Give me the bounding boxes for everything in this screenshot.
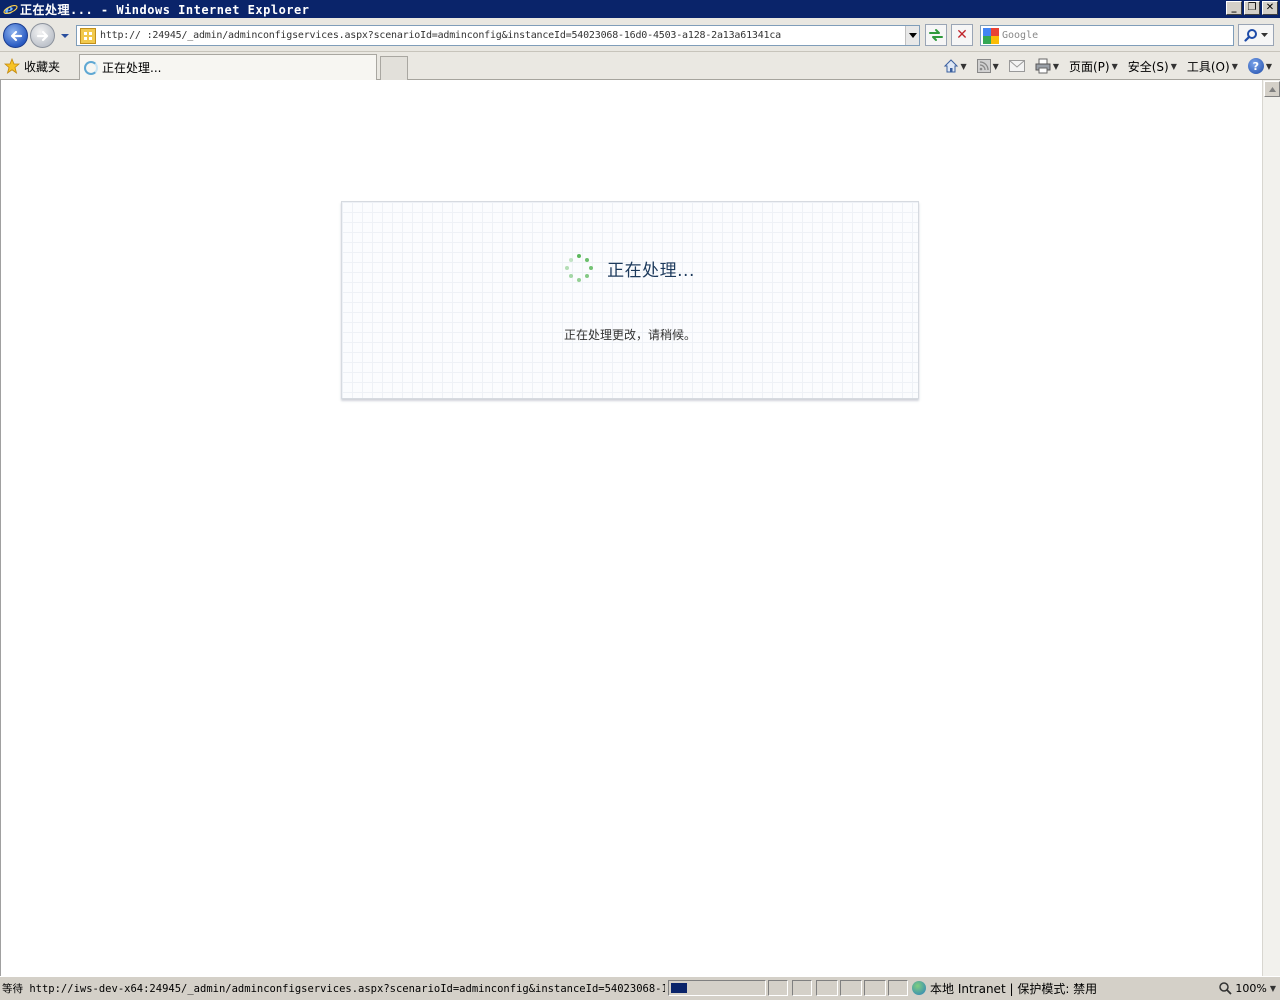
- status-pane: [792, 980, 812, 996]
- window-title: 正在处理... - Windows Internet Explorer: [20, 2, 310, 17]
- address-dropdown-button[interactable]: [905, 26, 919, 45]
- home-button[interactable]: ▼: [941, 56, 969, 76]
- zoom-level: 100%: [1235, 981, 1267, 995]
- loading-icon: [84, 60, 98, 75]
- ie-logo-icon: e: [2, 1, 18, 17]
- progress-bar: [668, 980, 766, 996]
- chevron-down-icon: [908, 32, 917, 38]
- safety-menu[interactable]: 安全(S) ▼: [1126, 56, 1179, 76]
- tools-menu[interactable]: 工具(O) ▼: [1185, 56, 1240, 76]
- chevron-down-icon[interactable]: ▼: [961, 62, 967, 71]
- status-pane: [816, 980, 838, 996]
- status-pane: [864, 980, 886, 996]
- stop-icon: ✕: [956, 27, 968, 43]
- search-box[interactable]: Google: [980, 25, 1234, 46]
- google-logo-icon: [983, 27, 999, 44]
- scroll-up-button[interactable]: [1264, 81, 1280, 97]
- dialog-message: 正在处理更改，请稍候。: [563, 328, 696, 342]
- search-input[interactable]: Google: [1002, 30, 1038, 41]
- maximize-button[interactable]: ❐: [1244, 1, 1260, 15]
- home-icon: [943, 59, 958, 73]
- search-go-button[interactable]: [1238, 24, 1274, 46]
- tab-label: 正在处理...: [102, 61, 162, 75]
- svg-text:e: e: [4, 3, 12, 17]
- window-controls: _ ❐ ✕: [1226, 1, 1278, 15]
- help-icon: ?: [1247, 58, 1264, 74]
- security-zone-label: 本地 Intranet | 保护模式: 禁用: [930, 981, 1098, 996]
- new-tab-button[interactable]: [380, 56, 408, 80]
- status-pane: [888, 980, 908, 996]
- safety-menu-label: 安全(S): [1127, 59, 1169, 74]
- dialog-title: 正在处理...: [607, 260, 695, 281]
- recent-pages-dropdown[interactable]: [59, 30, 71, 40]
- window-title-bar: e 正在处理... - Windows Internet Explorer _ …: [0, 0, 1280, 18]
- printer-icon: [1035, 58, 1051, 74]
- chevron-down-icon[interactable]: ▼: [1053, 62, 1059, 71]
- chevron-down-icon: [1261, 32, 1268, 37]
- rss-feed-icon: [976, 59, 991, 73]
- address-url[interactable]: http:// :24945/_admin/adminconfigservice…: [100, 30, 905, 41]
- chevron-down-icon: [61, 34, 69, 38]
- chevron-down-icon[interactable]: ▼: [993, 62, 999, 71]
- minimize-button[interactable]: _: [1226, 1, 1242, 15]
- close-button[interactable]: ✕: [1262, 1, 1278, 15]
- refresh-button[interactable]: [925, 24, 947, 46]
- page-favicon-icon: [80, 27, 96, 44]
- zoom-magnifier-icon: [1219, 982, 1233, 995]
- command-toolbar: 收藏夹 正在处理... ▼ ▼ ▼ 页面(P) ▼ 安全(S) ▼ 工具(O) …: [0, 52, 1280, 80]
- tools-menu-label: 工具(O): [1186, 59, 1230, 74]
- page-menu[interactable]: 页面(P) ▼: [1067, 56, 1120, 76]
- favorites-star-icon: [4, 58, 20, 74]
- vertical-scrollbar[interactable]: [1262, 80, 1280, 976]
- intranet-globe-icon: [912, 981, 926, 995]
- zoom-control[interactable]: 100% ▼: [1218, 980, 1276, 996]
- chevron-down-icon: ▼: [1111, 61, 1118, 71]
- back-button[interactable]: [3, 23, 28, 48]
- loading-spinner-icon: [565, 254, 594, 282]
- page-content: 正在处理... 正在处理更改，请稍候。: [0, 80, 1262, 976]
- forward-button[interactable]: [30, 23, 55, 48]
- mail-button[interactable]: [1007, 56, 1027, 76]
- forward-arrow-icon: [36, 30, 48, 41]
- stop-button[interactable]: ✕: [951, 24, 973, 46]
- status-pane: [768, 980, 788, 996]
- status-text: 等待 http://iws-dev-x64:24945/_admin/admin…: [2, 983, 665, 995]
- favorites-button[interactable]: 收藏夹: [4, 57, 60, 75]
- back-arrow-icon: [10, 30, 22, 41]
- chevron-down-icon: ▼: [1269, 983, 1276, 993]
- dialog-header: 正在处理...: [342, 254, 918, 282]
- magnifier-icon: [1244, 29, 1257, 42]
- command-bar: ▼ ▼ ▼ 页面(P) ▼ 安全(S) ▼ 工具(O) ▼ ? ▼: [941, 56, 1275, 76]
- address-toolbar: http:// :24945/_admin/adminconfigservice…: [0, 18, 1280, 52]
- processing-dialog: 正在处理... 正在处理更改，请稍候。: [341, 201, 919, 399]
- tab-current[interactable]: 正在处理...: [79, 54, 377, 80]
- address-bar[interactable]: http:// :24945/_admin/adminconfigservice…: [76, 25, 920, 46]
- page-menu-label: 页面(P): [1068, 59, 1110, 74]
- help-menu[interactable]: ? ▼: [1246, 56, 1274, 76]
- mail-icon: [1008, 60, 1025, 72]
- status-pane: [840, 980, 862, 996]
- chevron-down-icon: ▼: [1231, 61, 1238, 71]
- refresh-icon: [929, 29, 943, 41]
- security-zone[interactable]: 本地 Intranet | 保护模式: 禁用: [912, 980, 1097, 996]
- feeds-button[interactable]: ▼: [975, 56, 1001, 76]
- progress-fill: [671, 983, 687, 993]
- status-bar: 等待 http://iws-dev-x64:24945/_admin/admin…: [0, 976, 1280, 1000]
- chevron-up-icon: [1268, 86, 1276, 92]
- favorites-label: 收藏夹: [24, 59, 61, 74]
- chevron-down-icon: ▼: [1170, 61, 1177, 71]
- print-button[interactable]: ▼: [1033, 56, 1061, 76]
- chevron-down-icon: ▼: [1265, 61, 1272, 71]
